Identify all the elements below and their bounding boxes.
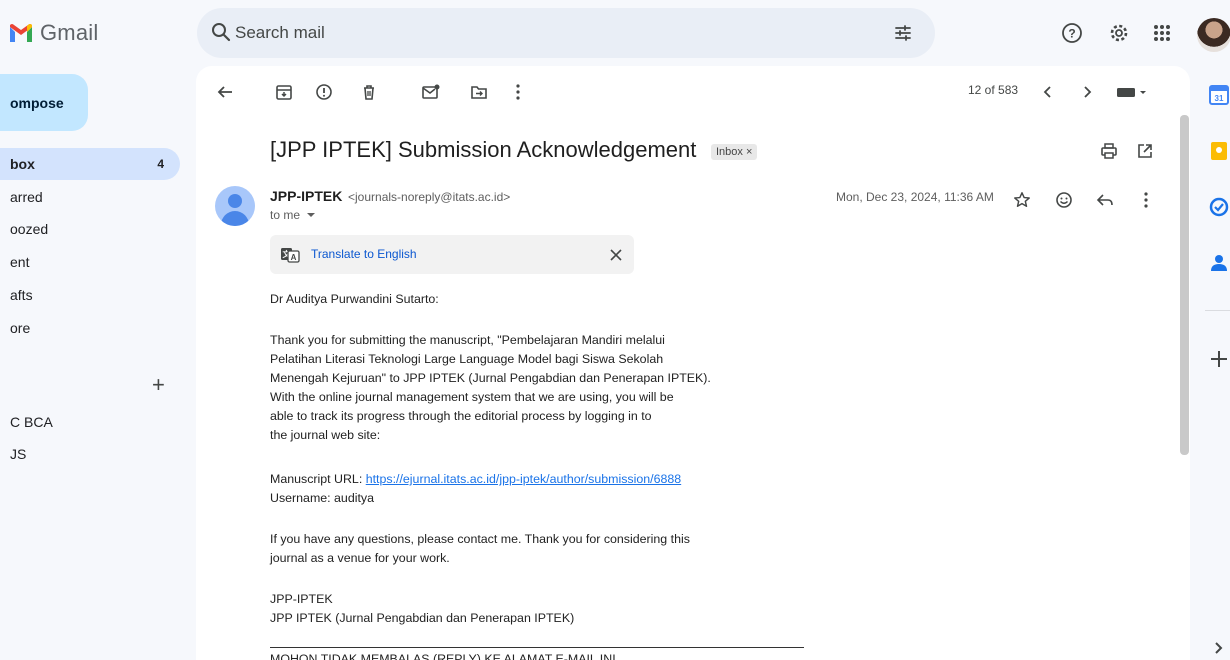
- sender-name[interactable]: JPP-IPTEK: [270, 188, 342, 204]
- signature-line: JPP-IPTEK: [270, 592, 333, 606]
- add-reaction-emoji-icon[interactable]: [1052, 188, 1076, 212]
- body-line: the journal web site:: [270, 428, 381, 442]
- footer-notice: MOHON TIDAK MEMBALAS (REPLY) KE ALAMAT E…: [270, 652, 616, 660]
- move-to-folder-icon[interactable]: [467, 80, 491, 104]
- more-options-icon[interactable]: [506, 80, 530, 104]
- delete-trash-icon[interactable]: [357, 80, 381, 104]
- sidebar-item-more[interactable]: ore: [0, 312, 180, 344]
- footer-divider: [270, 647, 804, 648]
- body-line: Pelatihan Literasi Teknologi Large Langu…: [270, 352, 664, 366]
- email-subject: [JPP IPTEK] Submission Acknowledgement: [270, 137, 697, 162]
- get-addons-plus-icon[interactable]: [1208, 348, 1230, 370]
- rail-divider: [1205, 310, 1230, 311]
- apps-grid-icon[interactable]: [1151, 22, 1173, 44]
- settings-gear-icon[interactable]: [1108, 22, 1130, 44]
- logo-text: Gmail: [40, 20, 99, 45]
- message-date: Mon, Dec 23, 2024, 11:36 AM: [836, 190, 994, 204]
- sidebar-item-label: ore: [10, 320, 31, 336]
- mark-unread-icon[interactable]: [419, 80, 443, 104]
- manuscript-url-label: Manuscript URL:: [270, 472, 366, 486]
- back-arrow-icon[interactable]: [213, 80, 237, 104]
- print-icon[interactable]: [1097, 139, 1121, 163]
- sidebar-item-label: afts: [10, 287, 33, 303]
- body-line: Menengah Kejuruan" to JPP IPTEK (Jurnal …: [270, 371, 711, 385]
- gmail-m-icon: [10, 24, 32, 42]
- translate-icon: 文 A: [281, 248, 300, 263]
- body-line: If you have any questions, please contac…: [270, 532, 690, 546]
- sidebar-item-label: box: [10, 156, 35, 172]
- avatar-head: [228, 194, 242, 208]
- sidebar-item-label: ent: [10, 254, 30, 270]
- show-side-panel-chevron-icon[interactable]: [1208, 638, 1230, 660]
- sender-email: <journals-noreply@itats.ac.id>: [348, 190, 511, 204]
- create-label-button[interactable]: +: [152, 372, 165, 398]
- recipient-text: to me: [270, 208, 301, 222]
- body-paragraph-1: Thank you for submitting the manuscript,…: [270, 331, 711, 445]
- body-line: able to track its progress through the e…: [270, 409, 652, 423]
- compose-button[interactable]: ompose: [0, 74, 88, 131]
- message-scrollbar[interactable]: [1180, 115, 1189, 455]
- sidebar-item-label: arred: [10, 189, 43, 205]
- search-icon[interactable]: [211, 22, 231, 42]
- newer-chevron-left-icon[interactable]: [1036, 80, 1060, 104]
- input-tools-keyboard-icon[interactable]: [1114, 80, 1150, 104]
- manuscript-url-line: Manuscript URL: https://ejurnal.itats.ac…: [270, 470, 681, 489]
- sidebar-item-label: oozed: [10, 221, 49, 237]
- tasks-icon[interactable]: [1208, 196, 1230, 218]
- open-new-window-icon[interactable]: [1133, 139, 1157, 163]
- manuscript-url-link[interactable]: https://ejurnal.itats.ac.id/jpp-iptek/au…: [366, 472, 681, 486]
- translate-banner: 文 A Translate to English: [270, 235, 634, 274]
- sidebar-item-snoozed[interactable]: oozed: [0, 213, 180, 245]
- sidebar-label-bca[interactable]: C BCA: [0, 406, 180, 438]
- archive-icon[interactable]: [272, 80, 296, 104]
- sidebar-label-js[interactable]: JS: [0, 438, 180, 470]
- body-line: journal as a venue for your work.: [270, 551, 450, 565]
- signature-line: JPP IPTEK (Jurnal Pengabdian dan Penerap…: [270, 611, 575, 625]
- calendar-icon[interactable]: 31: [1208, 84, 1230, 106]
- search-input[interactable]: [235, 20, 835, 46]
- recipient-dropdown-icon[interactable]: [306, 211, 316, 219]
- sidebar-item-sent[interactable]: ent: [0, 246, 180, 278]
- account-avatar[interactable]: [1197, 18, 1230, 52]
- sidebar-label-text: JS: [10, 446, 27, 462]
- pagination-count: 12 of 583: [968, 83, 1019, 97]
- message-more-options-icon[interactable]: [1134, 188, 1158, 212]
- gmail-window: Gmail ? ompose box 4 arred: [0, 0, 1230, 660]
- help-icon[interactable]: ?: [1061, 22, 1083, 44]
- contacts-icon[interactable]: [1208, 252, 1230, 274]
- sender-avatar[interactable]: [215, 186, 255, 226]
- recipient-details[interactable]: to me: [270, 208, 316, 222]
- username-line: Username: auditya: [270, 491, 374, 505]
- sidebar-item-drafts[interactable]: afts: [0, 279, 180, 311]
- star-icon[interactable]: [1010, 188, 1034, 212]
- svg-text:A: A: [291, 253, 297, 262]
- inbox-label-badge[interactable]: Inbox ×: [711, 144, 758, 160]
- signature-block: JPP-IPTEK JPP IPTEK (Jurnal Pengabdian d…: [270, 590, 574, 628]
- inbox-unread-count: 4: [157, 157, 164, 171]
- search-bar[interactable]: [197, 8, 935, 58]
- body-line: With the online journal management syste…: [270, 390, 674, 404]
- avatar-body: [221, 211, 249, 226]
- svg-text:31: 31: [1215, 94, 1224, 103]
- close-translate-icon[interactable]: [610, 249, 622, 261]
- greeting-line: Dr Auditya Purwandini Sutarto:: [270, 292, 439, 306]
- keep-notes-icon[interactable]: [1208, 140, 1230, 162]
- sidebar-label-text: C BCA: [10, 414, 53, 430]
- body-paragraph-2: If you have any questions, please contac…: [270, 530, 690, 568]
- reply-arrow-icon[interactable]: [1093, 188, 1117, 212]
- message-panel: 12 of 583 [JPP IPTEK] Submission Acknowl…: [196, 66, 1190, 660]
- svg-text:?: ?: [1068, 27, 1075, 41]
- gmail-logo[interactable]: Gmail: [10, 20, 98, 46]
- translate-link[interactable]: Translate to English: [311, 247, 417, 261]
- search-options-icon[interactable]: [893, 23, 913, 43]
- sidebar-item-starred[interactable]: arred: [0, 181, 180, 213]
- older-chevron-right-icon[interactable]: [1075, 80, 1099, 104]
- sidebar-item-inbox[interactable]: box 4: [0, 148, 180, 180]
- body-line: Thank you for submitting the manuscript,…: [270, 333, 665, 347]
- report-spam-icon[interactable]: [312, 80, 336, 104]
